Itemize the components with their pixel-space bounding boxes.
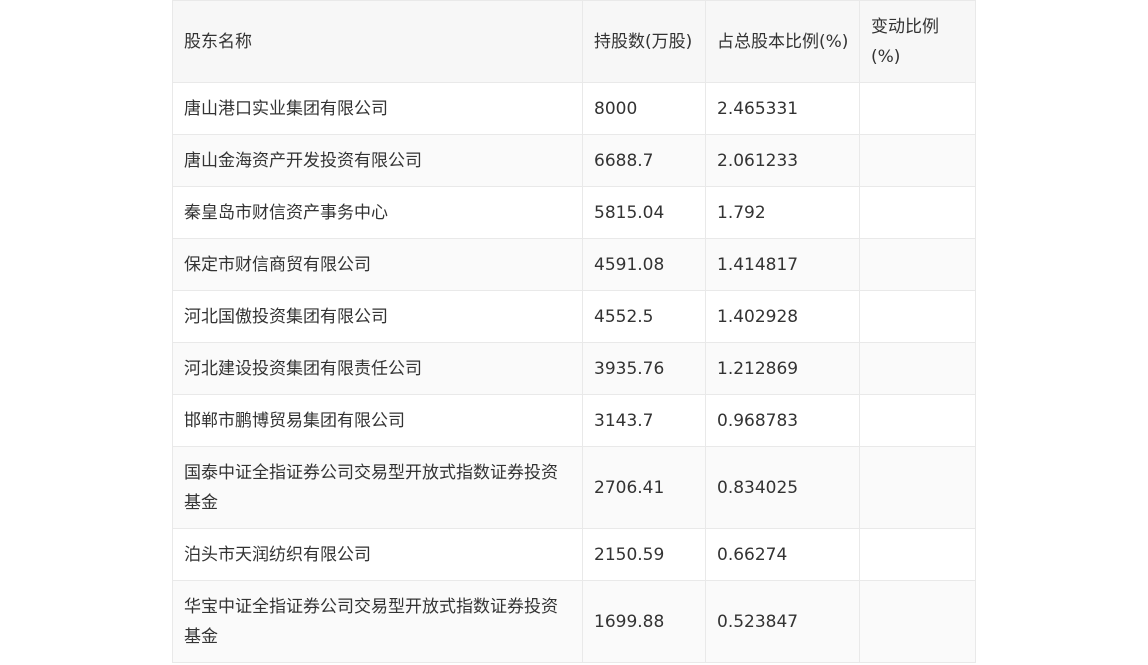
table-row: 唐山港口实业集团有限公司 8000 2.465331 [172, 82, 976, 135]
change-ratio [859, 238, 976, 291]
header-change-ratio: 变动比例(%) [859, 0, 976, 83]
table-row: 华宝中证全指证券公司交易型开放式指数证券投资基金 1699.88 0.52384… [172, 580, 976, 663]
change-ratio [859, 82, 976, 135]
shareholder-name: 华宝中证全指证券公司交易型开放式指数证券投资基金 [172, 580, 583, 663]
shares-held: 2150.59 [582, 528, 706, 581]
shareholder-name: 邯郸市鹏博贸易集团有限公司 [172, 394, 583, 447]
share-ratio: 2.465331 [705, 82, 860, 135]
shareholder-name: 保定市财信商贸有限公司 [172, 238, 583, 291]
shares-held: 6688.7 [582, 134, 706, 187]
shares-held: 3143.7 [582, 394, 706, 447]
header-shareholder-name: 股东名称 [172, 0, 583, 83]
header-share-ratio: 占总股本比例(%) [705, 0, 860, 83]
header-shares-held: 持股数(万股) [582, 0, 706, 83]
shares-held: 2706.41 [582, 446, 706, 529]
shares-held: 1699.88 [582, 580, 706, 663]
shareholder-name: 河北建设投资集团有限责任公司 [172, 342, 583, 395]
share-ratio: 0.834025 [705, 446, 860, 529]
shares-held: 3935.76 [582, 342, 706, 395]
share-ratio: 1.402928 [705, 290, 860, 343]
change-ratio [859, 342, 976, 395]
table-row: 唐山金海资产开发投资有限公司 6688.7 2.061233 [172, 134, 976, 187]
shareholder-name: 泊头市天润纺织有限公司 [172, 528, 583, 581]
share-ratio: 1.212869 [705, 342, 860, 395]
shares-held: 8000 [582, 82, 706, 135]
shares-held: 5815.04 [582, 186, 706, 239]
table-header-row: 股东名称 持股数(万股) 占总股本比例(%) 变动比例(%) [172, 0, 976, 83]
change-ratio [859, 134, 976, 187]
table-row: 泊头市天润纺织有限公司 2150.59 0.66274 [172, 528, 976, 581]
share-ratio: 2.061233 [705, 134, 860, 187]
change-ratio [859, 394, 976, 447]
shareholder-name: 河北国傲投资集团有限公司 [172, 290, 583, 343]
change-ratio [859, 290, 976, 343]
table-row: 秦皇岛市财信资产事务中心 5815.04 1.792 [172, 186, 976, 239]
table-row: 河北国傲投资集团有限公司 4552.5 1.402928 [172, 290, 976, 343]
shareholder-table-container: 股东名称 持股数(万股) 占总股本比例(%) 变动比例(%) 唐山港口实业集团有… [172, 0, 976, 663]
change-ratio [859, 528, 976, 581]
change-ratio [859, 446, 976, 529]
share-ratio: 0.968783 [705, 394, 860, 447]
share-ratio: 0.66274 [705, 528, 860, 581]
share-ratio: 1.792 [705, 186, 860, 239]
table-row: 保定市财信商贸有限公司 4591.08 1.414817 [172, 238, 976, 291]
share-ratio: 0.523847 [705, 580, 860, 663]
table-row: 国泰中证全指证券公司交易型开放式指数证券投资基金 2706.41 0.83402… [172, 446, 976, 529]
shareholder-name: 国泰中证全指证券公司交易型开放式指数证券投资基金 [172, 446, 583, 529]
share-ratio: 1.414817 [705, 238, 860, 291]
change-ratio [859, 186, 976, 239]
change-ratio [859, 580, 976, 663]
shareholder-name: 秦皇岛市财信资产事务中心 [172, 186, 583, 239]
shareholder-table: 股东名称 持股数(万股) 占总股本比例(%) 变动比例(%) 唐山港口实业集团有… [172, 0, 976, 663]
table-row: 河北建设投资集团有限责任公司 3935.76 1.212869 [172, 342, 976, 395]
shareholder-name: 唐山金海资产开发投资有限公司 [172, 134, 583, 187]
shareholder-name: 唐山港口实业集团有限公司 [172, 82, 583, 135]
table-row: 邯郸市鹏博贸易集团有限公司 3143.7 0.968783 [172, 394, 976, 447]
shares-held: 4552.5 [582, 290, 706, 343]
shares-held: 4591.08 [582, 238, 706, 291]
